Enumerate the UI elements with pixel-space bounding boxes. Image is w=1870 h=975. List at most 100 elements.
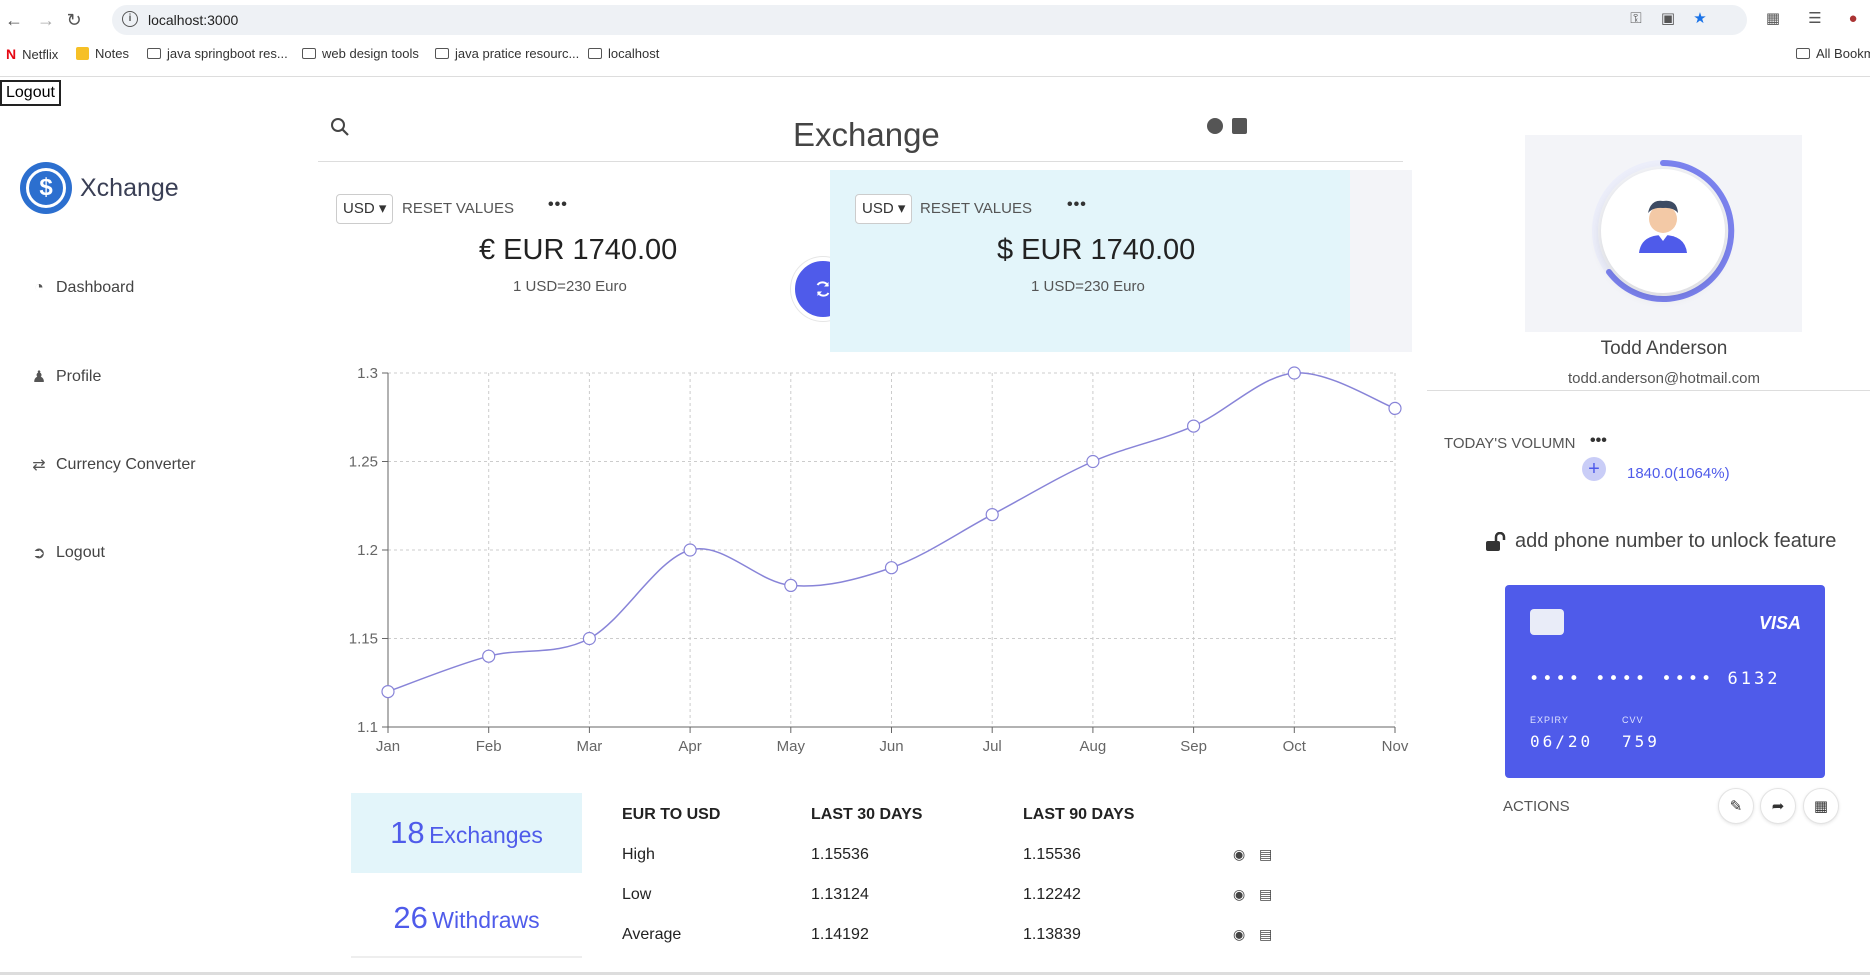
back-icon[interactable]: ← [2, 8, 26, 32]
currency-select[interactable]: USD ▾ [336, 194, 394, 224]
exchanges-label: Exchanges [429, 822, 543, 848]
profile-icon: ♟ [31, 369, 47, 386]
card-menu-button[interactable]: ▦ [1803, 788, 1839, 824]
bookmark-all[interactable]: All Bookm [1796, 46, 1870, 61]
x-tick-label: Jun [879, 738, 903, 755]
unlock-icon [1486, 531, 1506, 551]
eye-slash-icon[interactable]: ◉ [1233, 886, 1251, 902]
eye-slash-icon[interactable]: ◉ [1233, 846, 1251, 862]
x-tick-label: Jan [376, 738, 400, 755]
data-point [784, 578, 798, 592]
x-tick-label: Jul [983, 738, 1002, 755]
exchange-arrows-icon: ⇄ [32, 457, 46, 474]
data-point [381, 685, 395, 699]
edit-button[interactable]: ✎ [1718, 788, 1754, 824]
x-tick-label: Feb [476, 738, 502, 755]
more-icon[interactable]: ••• [548, 196, 568, 214]
sidebar-item-currency-converter[interactable]: ⇄ Currency Converter [30, 455, 195, 475]
plus-icon[interactable]: + [1582, 457, 1606, 481]
document-icon[interactable]: ▤ [1259, 926, 1277, 942]
more-icon[interactable]: ••• [1590, 432, 1607, 450]
card-number: •••• •••• •••• 6132 [1529, 669, 1781, 689]
data-point [1287, 366, 1301, 380]
media-icon[interactable]: ☰ [1804, 8, 1826, 30]
row-label: High [622, 846, 655, 863]
cell-90-days: 1.13839 [1023, 926, 1081, 943]
bookmark-notes[interactable]: Notes [76, 46, 129, 61]
unlock-feature-link[interactable]: add phone number to unlock feature [1485, 530, 1836, 553]
data-point [884, 561, 899, 575]
site-info-icon[interactable]: i [122, 11, 138, 27]
reset-values-button[interactable]: RESET VALUES [920, 200, 1032, 217]
bookmark-netflix[interactable]: N Netflix [6, 46, 58, 62]
address-bar[interactable]: i localhost:3000 ⚿ ▣ ★ [112, 5, 1747, 35]
key-icon[interactable]: ⚿ [1625, 8, 1647, 30]
data-point [1086, 454, 1100, 469]
top-logout-button[interactable]: Logout [0, 80, 61, 106]
user-avatar-icon [1639, 200, 1687, 253]
user-name: Todd Anderson [1600, 338, 1728, 359]
exchanges-count-card: 18 Exchanges [351, 793, 582, 873]
exchange-rate-chart: 1.1 1.15 1.2 1.25 1.3 Jan Feb Mar Apr May Jun Jul Au… [349, 365, 1409, 755]
bookmark-star-icon[interactable]: ★ [1689, 8, 1711, 30]
avatar[interactable] [1601, 169, 1725, 293]
clock-icon[interactable] [1207, 118, 1223, 134]
profile-avatar-icon[interactable]: ● [1842, 8, 1864, 30]
x-tick-label: Aug [1080, 738, 1107, 755]
share-button[interactable]: ➦ [1760, 788, 1796, 824]
expiry-value: 06/20 [1530, 732, 1594, 751]
eye-slash-icon[interactable]: ◉ [1233, 926, 1251, 942]
extensions-icon[interactable]: ▦ [1762, 8, 1784, 30]
url-text: localhost:3000 [148, 12, 239, 28]
row-label: Average [622, 926, 682, 943]
bookmark-folder[interactable]: java pratice resourc... [435, 46, 579, 61]
expiry-label: EXPIRY [1530, 715, 1569, 725]
x-tick-label: Mar [576, 738, 602, 755]
folder-icon [302, 48, 316, 59]
x-tick-label: May [777, 738, 806, 755]
cell-30-days: 1.13124 [811, 886, 869, 903]
panel-divider [1427, 390, 1870, 391]
sidebar-item-profile[interactable]: ♟ Profile [30, 367, 102, 387]
row-label: Low [622, 886, 652, 903]
sidebar-item-logout[interactable]: ➲ Logout [30, 543, 105, 563]
data-point [482, 649, 496, 663]
bookmark-folder[interactable]: java springboot res... [147, 46, 288, 61]
actions-label: ACTIONS [1503, 798, 1570, 815]
card-right-extension [1350, 170, 1412, 352]
install-icon[interactable]: ▣ [1657, 8, 1679, 30]
chrome-divider [0, 76, 1870, 77]
volume-value: 1840.0(1064%) [1627, 465, 1730, 482]
folder-icon [588, 48, 602, 59]
bookmark-folder[interactable]: localhost [588, 46, 659, 61]
forward-icon[interactable]: → [34, 8, 58, 32]
column-header: LAST 90 DAYS [1023, 806, 1135, 823]
brand-name: Xchange [80, 173, 179, 202]
column-header: EUR TO USD [622, 806, 721, 823]
currency-select[interactable]: USD ▾ [855, 194, 913, 224]
x-tick-label: Nov [1382, 738, 1409, 755]
sidebar-item-dashboard[interactable]: ◔ Dashboard [30, 279, 134, 297]
bookmarks-bar: N Netflix Notes java springboot res... w… [0, 44, 1870, 68]
page-title: Exchange [793, 116, 940, 153]
credit-card[interactable]: VISA •••• •••• •••• 6132 EXPIRY CVV 06/2… [1505, 585, 1825, 778]
brand[interactable]: $ Xchange [20, 162, 179, 214]
dollar-logo-icon: $ [20, 162, 72, 214]
card-icon: ▦ [1813, 798, 1829, 815]
reload-icon[interactable]: ↻ [62, 8, 86, 32]
rate-text: 1 USD=230 Euro [513, 278, 627, 295]
browser-toolbar: ← → ↻ i localhost:3000 ⚿ ▣ ★ ▦ ☰ ● [0, 0, 1870, 40]
search-icon[interactable] [330, 117, 350, 137]
bookmark-folder[interactable]: web design tools [302, 46, 419, 61]
document-icon[interactable]: ▤ [1259, 886, 1277, 902]
document-icon[interactable]: ▤ [1259, 846, 1277, 862]
volume-label: TODAY'S VOLUMN [1444, 435, 1576, 452]
withdraws-label: Withdraws [432, 907, 540, 933]
calendar-icon[interactable] [1232, 118, 1247, 134]
reset-values-button[interactable]: RESET VALUES [402, 200, 514, 217]
cvv-label: CVV [1622, 715, 1644, 725]
more-icon[interactable]: ••• [1067, 196, 1087, 214]
y-tick-label: 1.3 [357, 365, 378, 382]
y-tick-label: 1.2 [357, 542, 378, 559]
notes-icon [76, 47, 89, 60]
